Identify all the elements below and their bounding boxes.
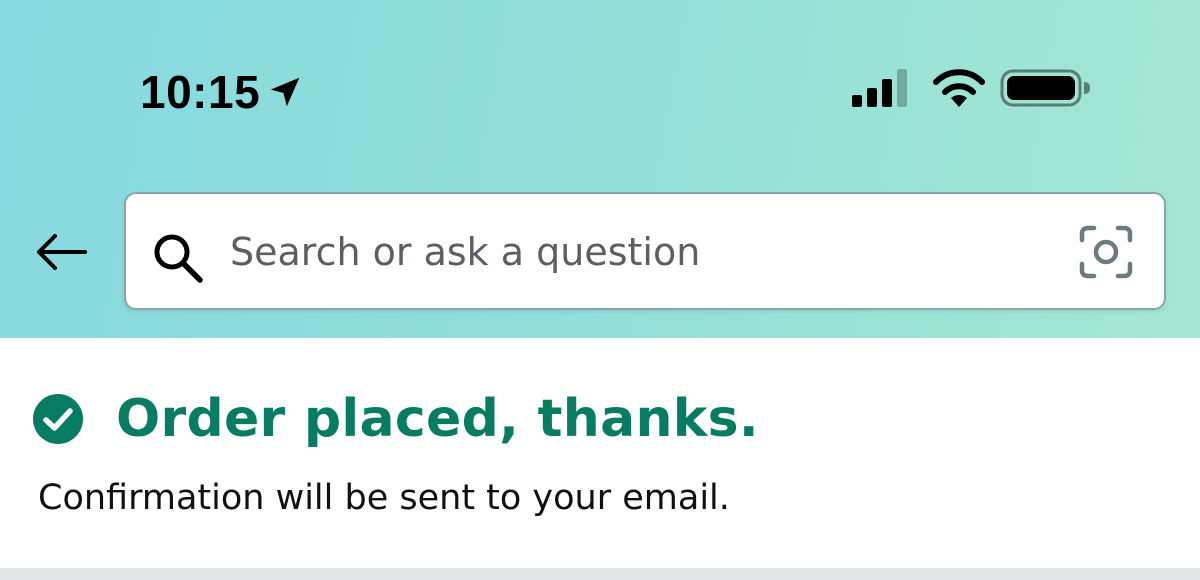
cellular-signal-icon [852,69,907,107]
confirmation-panel: Order placed, thanks. Confirmation will … [0,338,1200,570]
confirmation-title: Order placed, thanks. [116,389,759,449]
app-header: 10:15 [0,0,1200,338]
check-circle-icon [33,394,83,444]
search-input[interactable] [230,214,1050,290]
battery-icon [1000,69,1090,107]
status-icons [850,66,1092,110]
section-divider [0,568,1200,580]
status-time-group: 10:15 [140,64,304,120]
back-button[interactable] [28,224,94,280]
search-icon [154,234,203,283]
status-time: 10:15 [140,66,261,118]
order-confirmation-screen: 10:15 Search or ask a question Order pla… [0,0,1200,580]
location-arrow-icon [270,77,300,107]
status-bar: 10:15 [0,0,1200,180]
search-row [0,190,1200,314]
confirmation-message: Confirmation will be sent to your email. [38,478,730,518]
confirmation-header: Order placed, thanks. [32,384,759,454]
wifi-icon [933,69,985,107]
search-bar[interactable] [124,192,1166,310]
back-arrow-icon [37,234,87,270]
camera-lens-icon[interactable] [1078,224,1134,280]
